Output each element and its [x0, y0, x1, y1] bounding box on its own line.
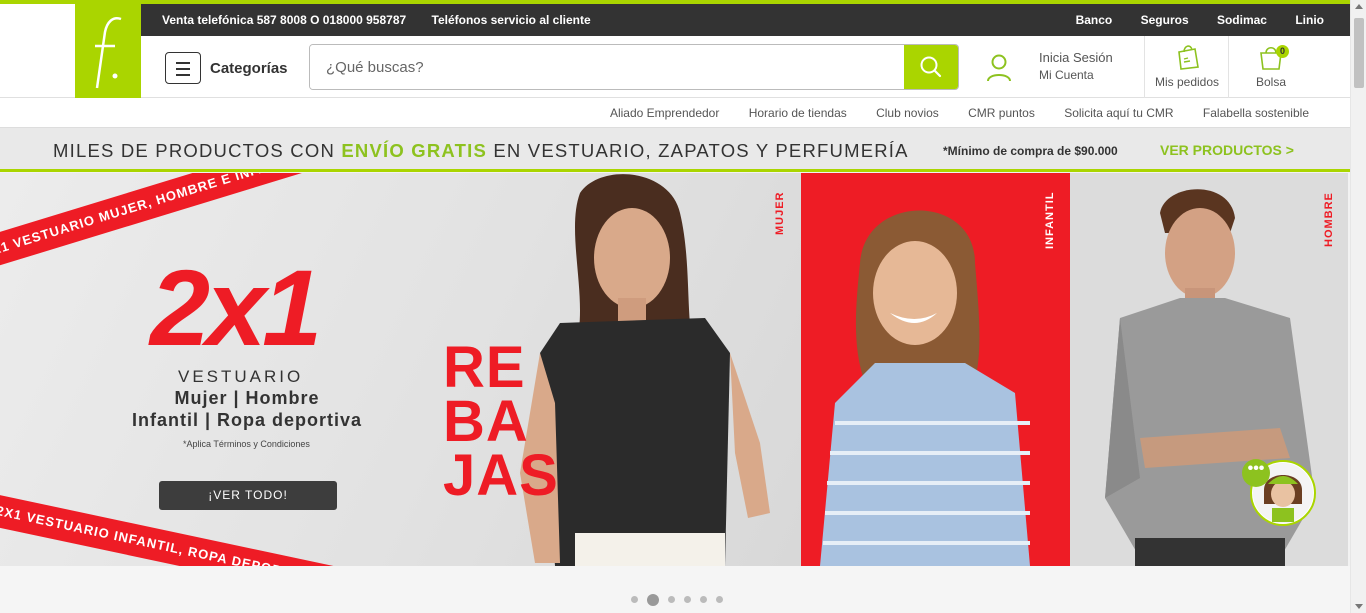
user-icon — [987, 54, 1011, 82]
search-icon — [920, 56, 942, 78]
account-line2: Mi Cuenta — [1039, 68, 1094, 82]
scroll-down-arrow-icon[interactable] — [1355, 604, 1363, 609]
my-orders-button[interactable]: Mis pedidos — [1153, 42, 1221, 89]
promo-text-before: MILES DE PRODUCTOS CON — [53, 140, 342, 161]
rebajas-text: RE BA JAS — [443, 335, 559, 508]
subnav-horario-tiendas[interactable]: Horario de tiendas — [749, 106, 847, 120]
headline-2x1: 2x1 — [150, 247, 322, 368]
divider — [1144, 36, 1145, 98]
hero-categories-line2: Infantil | Ropa deportiva — [131, 410, 363, 430]
page-scrollbar[interactable] — [1350, 0, 1366, 613]
falabella-home: Venta telefónica 587 8008 O 018000 95878… — [0, 0, 1366, 613]
customer-service-link[interactable]: Teléfonos servicio al cliente — [432, 13, 591, 27]
carousel-dot-1[interactable] — [631, 596, 638, 604]
promo-highlight: ENVÍO GRATIS — [341, 140, 487, 161]
subnav-falabella-sostenible[interactable]: Falabella sostenible — [1203, 106, 1309, 120]
secondary-nav: Aliado Emprendedor Horario de tiendas Cl… — [0, 98, 1350, 128]
search-button[interactable] — [904, 45, 958, 89]
menu-line-icon — [176, 68, 190, 70]
cart-count-badge: 0 — [1276, 45, 1289, 58]
free-shipping-promo-bar: MILES DE PRODUCTOS CON ENVÍO GRATIS EN V… — [0, 128, 1350, 172]
search-input[interactable] — [310, 45, 906, 89]
topbar-link-seguros[interactable]: Seguros — [1141, 13, 1189, 27]
cart-label: Bolsa — [1255, 75, 1287, 89]
hero-categories: Mujer | Hombre Infantil | Ropa deportiva — [122, 387, 372, 431]
menu-line-icon — [176, 62, 190, 64]
label-mujer: MUJER — [774, 191, 786, 235]
label-hombre: HOMBRE — [1323, 192, 1335, 247]
carousel-dot-5[interactable] — [700, 596, 707, 604]
falabella-logo[interactable] — [75, 4, 141, 99]
phone-sales-link[interactable]: Venta telefónica 587 8008 O 018000 95878… — [162, 13, 406, 27]
hero-subtitle: VESTUARIO — [178, 367, 304, 386]
carousel-dot-3[interactable] — [668, 596, 675, 604]
promo-minimum: *Mínimo de compra de $90.000 — [943, 144, 1118, 158]
shopping-bag-icon — [1178, 45, 1199, 70]
promo-text-after: EN VESTUARIO, ZAPATOS Y PERFUMERÍA — [487, 140, 909, 161]
main-header: Categorías Inicia Sesión Mi Cuenta — [0, 36, 1350, 98]
model-woman-image — [520, 174, 770, 566]
hero-banner[interactable]: 2X1 VESTUARIO MUJER, HOMBRE E INFANTIL 2… — [0, 173, 1348, 566]
ver-productos-link[interactable]: VER PRODUCTOS > — [1160, 142, 1294, 158]
scroll-thumb[interactable] — [1354, 18, 1364, 88]
chat-dots-icon[interactable]: ••• — [1242, 459, 1270, 487]
topbar-link-sodimac[interactable]: Sodimac — [1217, 13, 1267, 27]
divider — [1228, 36, 1229, 98]
carousel-dots — [631, 591, 732, 609]
account-line1: Inicia Sesión — [1039, 50, 1113, 65]
orders-label: Mis pedidos — [1154, 75, 1220, 89]
subnav-cmr-puntos[interactable]: CMR puntos — [968, 106, 1035, 120]
topbar-link-linio[interactable]: Linio — [1295, 13, 1324, 27]
promo-message: MILES DE PRODUCTOS CON ENVÍO GRATIS EN V… — [53, 140, 909, 162]
rebajas-line3: JAS — [443, 443, 559, 508]
carousel-dot-4[interactable] — [684, 596, 691, 604]
label-infantil: INFANTIL — [1044, 191, 1056, 250]
ver-todo-button[interactable]: ¡VER TODO! — [159, 481, 337, 510]
rebajas-line1: RE — [443, 335, 526, 400]
hero-categories-line1: Mujer | Hombre — [174, 388, 320, 408]
subnav-club-novios[interactable]: Club novios — [876, 106, 939, 120]
cart-button[interactable]: 0 Bolsa — [1245, 42, 1297, 89]
rebajas-line2: BA — [443, 389, 529, 454]
search-box — [309, 44, 959, 90]
subnav-solicita-cmr[interactable]: Solicita aquí tu CMR — [1064, 106, 1173, 120]
hero-terms: *Aplica Términos y Condiciones — [183, 439, 310, 449]
carousel-dot-2[interactable] — [647, 593, 659, 606]
subnav-aliado-emprendedor[interactable]: Aliado Emprendedor — [610, 106, 719, 120]
logo-f-icon — [95, 17, 122, 89]
account-login[interactable]: Inicia Sesión Mi Cuenta — [985, 46, 1135, 90]
topbar-link-banco[interactable]: Banco — [1076, 13, 1113, 27]
top-utility-bar: Venta telefónica 587 8008 O 018000 95878… — [75, 4, 1350, 36]
hamburger-menu-button[interactable] — [165, 52, 201, 84]
categories-label[interactable]: Categorías — [210, 60, 288, 77]
carousel-dot-6[interactable] — [716, 596, 723, 604]
scroll-up-arrow-icon[interactable] — [1355, 4, 1363, 9]
model-girl-image — [820, 210, 1030, 566]
menu-line-icon — [176, 74, 190, 76]
